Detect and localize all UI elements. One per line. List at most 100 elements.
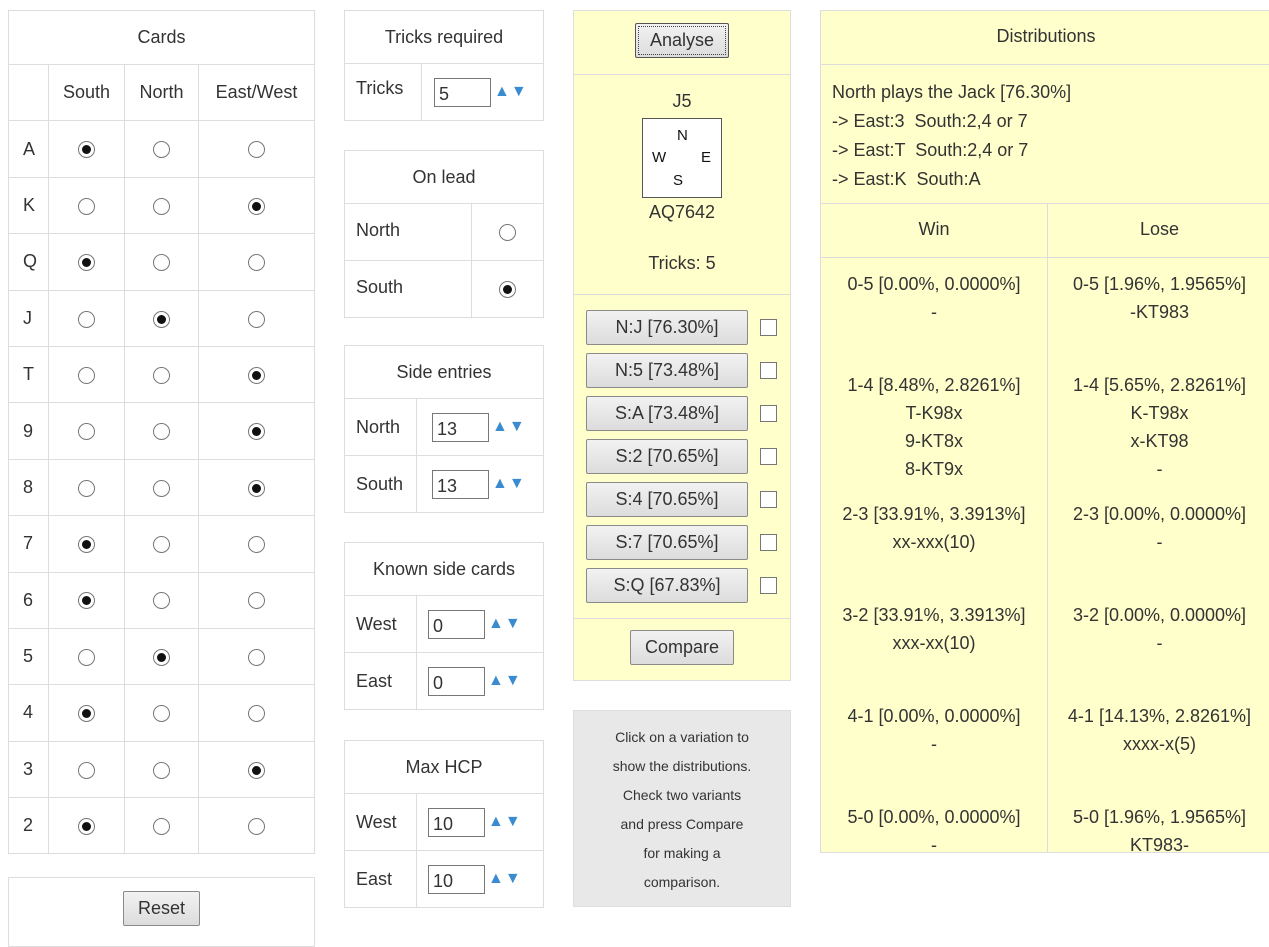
card-radio-east-west[interactable] bbox=[248, 254, 265, 272]
variation-button[interactable]: N:J [76.30%] bbox=[586, 310, 748, 345]
lose-distribution-group[interactable]: 5-0 [1.96%, 1.9565%] KT983- bbox=[1048, 803, 1269, 904]
side-entries-north-input[interactable]: 13 bbox=[432, 412, 489, 442]
side-entries-south-stepper[interactable]: 13 ▲▼ bbox=[432, 469, 526, 499]
card-radio-east-west[interactable] bbox=[248, 141, 265, 159]
card-radio-south[interactable] bbox=[78, 141, 95, 159]
card-radio-south[interactable] bbox=[78, 479, 95, 497]
card-radio-north[interactable] bbox=[153, 592, 170, 610]
card-rank: Q bbox=[8, 233, 49, 291]
card-radio-south[interactable] bbox=[78, 310, 95, 328]
card-radio-east-west[interactable] bbox=[248, 592, 265, 610]
card-radio-east-west[interactable] bbox=[248, 366, 265, 384]
card-row: 9 bbox=[8, 402, 315, 460]
variation-checkbox[interactable] bbox=[760, 319, 777, 336]
up-down-arrows-icon[interactable]: ▲▼ bbox=[494, 83, 528, 101]
card-radio-north[interactable] bbox=[153, 536, 170, 554]
card-radio-east-west[interactable] bbox=[248, 310, 265, 328]
variation-button[interactable]: S:7 [70.65%] bbox=[586, 525, 748, 560]
tricks-input[interactable]: 5 bbox=[434, 77, 491, 107]
distribution-holding: K-T98x bbox=[1130, 403, 1189, 423]
card-radio-south[interactable] bbox=[78, 197, 95, 215]
up-down-arrows-icon[interactable]: ▲▼ bbox=[492, 475, 526, 493]
card-radio-east-west[interactable] bbox=[248, 761, 265, 779]
win-distribution-group[interactable]: 2-3 [33.91%, 3.3913%] xx-xxx(10) bbox=[821, 500, 1047, 601]
win-distribution-group[interactable]: 3-2 [33.91%, 3.3913%] xxx-xx(10) bbox=[821, 601, 1047, 702]
variation-checkbox[interactable] bbox=[760, 577, 777, 594]
known-side-cards-title: Known side cards bbox=[344, 542, 544, 596]
distribution-holding: - bbox=[931, 302, 937, 322]
card-radio-north[interactable] bbox=[153, 310, 170, 328]
compare-button[interactable]: Compare bbox=[629, 630, 735, 665]
tricks-stepper[interactable]: 5 ▲▼ bbox=[434, 77, 528, 107]
card-radio-north[interactable] bbox=[153, 254, 170, 272]
variation-checkbox[interactable] bbox=[760, 491, 777, 508]
variation-button[interactable]: S:A [73.48%] bbox=[586, 396, 748, 431]
card-radio-south[interactable] bbox=[78, 648, 95, 666]
card-radio-north[interactable] bbox=[153, 648, 170, 666]
card-radio-east-west[interactable] bbox=[248, 536, 265, 554]
known-west-stepper[interactable]: 0 ▲▼ bbox=[428, 609, 522, 639]
card-radio-east-west[interactable] bbox=[248, 705, 265, 723]
card-radio-north[interactable] bbox=[153, 818, 170, 836]
variation-button[interactable]: S:2 [70.65%] bbox=[586, 439, 748, 474]
card-radio-north[interactable] bbox=[153, 705, 170, 723]
lose-distribution-group[interactable]: 2-3 [0.00%, 0.0000%] - bbox=[1048, 500, 1269, 601]
up-down-arrows-icon[interactable]: ▲▼ bbox=[492, 418, 526, 436]
max-hcp-west-stepper[interactable]: 10 ▲▼ bbox=[428, 807, 522, 837]
analyse-button[interactable]: Analyse bbox=[634, 23, 730, 58]
card-radio-south[interactable] bbox=[78, 254, 95, 272]
card-radio-south[interactable] bbox=[78, 705, 95, 723]
variation-button[interactable]: S:4 [70.65%] bbox=[586, 482, 748, 517]
lose-distribution-group[interactable]: 3-2 [0.00%, 0.0000%] - bbox=[1048, 601, 1269, 702]
lose-distribution-group[interactable]: 0-5 [1.96%, 1.9565%] -KT983 bbox=[1048, 270, 1269, 371]
card-radio-east-west[interactable] bbox=[248, 197, 265, 215]
up-down-arrows-icon[interactable]: ▲▼ bbox=[488, 870, 522, 888]
lose-distribution-group[interactable]: 4-1 [14.13%, 2.8261%] xxxx-x(5) bbox=[1048, 702, 1269, 803]
variation-button[interactable]: S:Q [67.83%] bbox=[586, 568, 748, 603]
variation-button[interactable]: N:5 [73.48%] bbox=[586, 353, 748, 388]
card-radio-east-west[interactable] bbox=[248, 648, 265, 666]
card-radio-south[interactable] bbox=[78, 366, 95, 384]
win-distribution-group[interactable]: 5-0 [0.00%, 0.0000%] - bbox=[821, 803, 1047, 904]
side-entries-south-input[interactable]: 13 bbox=[432, 469, 489, 499]
win-distribution-group[interactable]: 0-5 [0.00%, 0.0000%] - bbox=[821, 270, 1047, 371]
up-down-arrows-icon[interactable]: ▲▼ bbox=[488, 615, 522, 633]
known-west-input[interactable]: 0 bbox=[428, 609, 485, 639]
on-lead-north-radio[interactable] bbox=[499, 224, 516, 242]
card-radio-north[interactable] bbox=[153, 423, 170, 441]
max-hcp-west-input[interactable]: 10 bbox=[428, 807, 485, 837]
variation-checkbox[interactable] bbox=[760, 448, 777, 465]
card-radio-east-west[interactable] bbox=[248, 423, 265, 441]
win-distribution-group[interactable]: 4-1 [0.00%, 0.0000%] - bbox=[821, 702, 1047, 803]
card-radio-east-west[interactable] bbox=[248, 479, 265, 497]
card-radio-south[interactable] bbox=[78, 818, 95, 836]
card-radio-north[interactable] bbox=[153, 197, 170, 215]
card-radio-north[interactable] bbox=[153, 366, 170, 384]
win-distribution-group[interactable]: 1-4 [8.48%, 2.8261%] T-K98x 9-KT8x 8-KT9x bbox=[821, 371, 1047, 500]
lose-distribution-group[interactable]: 1-4 [5.65%, 2.8261%] K-T98x x-KT98 - bbox=[1048, 371, 1269, 500]
distribution-split: 3-2 [0.00%, 0.0000%] bbox=[1072, 605, 1247, 625]
card-radio-north[interactable] bbox=[153, 141, 170, 159]
distribution-holding: 9-KT8x bbox=[904, 431, 964, 451]
reset-button[interactable]: Reset bbox=[122, 891, 201, 926]
side-entries-north-stepper[interactable]: 13 ▲▼ bbox=[432, 412, 526, 442]
known-east-stepper[interactable]: 0 ▲▼ bbox=[428, 666, 522, 696]
variation-checkbox[interactable] bbox=[760, 405, 777, 422]
max-hcp-east-input[interactable]: 10 bbox=[428, 864, 485, 894]
variation-checkbox[interactable] bbox=[760, 362, 777, 379]
variation-checkbox[interactable] bbox=[760, 534, 777, 551]
distribution-holding: - bbox=[931, 835, 937, 855]
card-radio-south[interactable] bbox=[78, 761, 95, 779]
up-down-arrows-icon[interactable]: ▲▼ bbox=[488, 813, 522, 831]
card-radio-north[interactable] bbox=[153, 761, 170, 779]
max-hcp-east-stepper[interactable]: 10 ▲▼ bbox=[428, 864, 522, 894]
card-radio-south[interactable] bbox=[78, 536, 95, 554]
known-east-input[interactable]: 0 bbox=[428, 666, 485, 696]
card-radio-north[interactable] bbox=[153, 479, 170, 497]
card-radio-south[interactable] bbox=[78, 423, 95, 441]
card-radio-south[interactable] bbox=[78, 592, 95, 610]
on-lead-south-radio[interactable] bbox=[499, 281, 516, 299]
card-radio-east-west[interactable] bbox=[248, 818, 265, 836]
distribution-split: 5-0 [0.00%, 0.0000%] bbox=[847, 807, 1021, 827]
up-down-arrows-icon[interactable]: ▲▼ bbox=[488, 672, 522, 690]
